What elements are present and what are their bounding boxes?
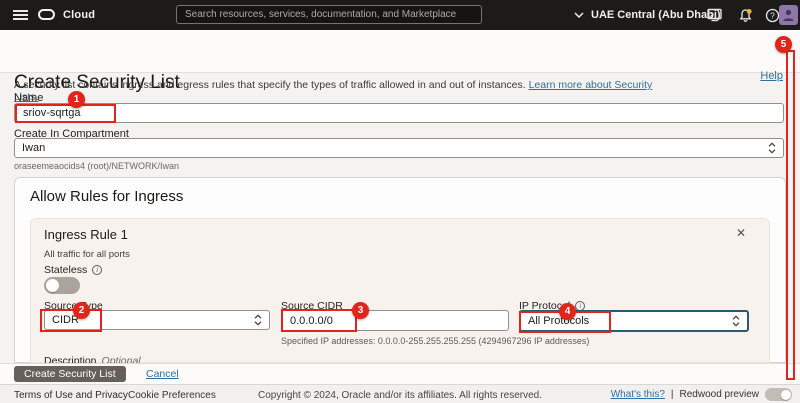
ingress-rule-title: Ingress Rule 1 (44, 227, 128, 242)
chevron-down-icon (574, 12, 584, 18)
compartment-value: Iwan (22, 142, 45, 154)
source-cidr-input[interactable] (281, 310, 509, 331)
name-input[interactable] (14, 103, 784, 123)
source-type-value: CIDR (52, 314, 79, 326)
cloud-shell-icon[interactable] (705, 7, 723, 23)
compartment-select[interactable]: Iwan (14, 138, 784, 158)
cidr-help-text: Specified IP addresses: 0.0.0.0-255.255.… (281, 336, 589, 346)
page-header: Create Security List Help (0, 30, 800, 73)
annotation-box-scrollbar (786, 50, 795, 380)
intro-description: A security list contains ingress and egr… (14, 79, 529, 91)
compartment-path: oraseemeaocids4 (root)/NETWORK/Iwan (14, 161, 179, 171)
redwood-preview-label: Redwood preview (680, 389, 760, 400)
user-profile-icon[interactable] (779, 5, 798, 25)
stateless-toggle[interactable] (44, 277, 80, 294)
oci-console-create-security-list: Cloud UAE Central (Abu Dhabi) ? Create S… (0, 0, 800, 403)
footer-right: What's this? | Redwood preview (611, 388, 792, 401)
select-arrows-icon (768, 142, 776, 154)
select-arrows-icon (254, 314, 262, 326)
top-navigation-bar: Cloud UAE Central (Abu Dhabi) ? (0, 0, 800, 30)
stateless-row: Stateless i (44, 264, 102, 276)
stateless-label: Stateless (44, 264, 87, 276)
footer-separator: | (671, 389, 674, 400)
source-type-select[interactable]: CIDR (44, 310, 270, 330)
select-arrows-icon (732, 315, 740, 327)
info-icon[interactable]: i (92, 265, 102, 275)
create-security-list-button[interactable]: Create Security List (14, 366, 126, 382)
brand-label[interactable]: Cloud (63, 9, 95, 21)
close-icon[interactable]: ✕ (736, 226, 746, 240)
ip-protocol-select[interactable]: All Protocols (519, 310, 749, 332)
page-footer: Terms of Use and Privacy Cookie Preferen… (0, 384, 800, 403)
cancel-link[interactable]: Cancel (146, 368, 179, 380)
help-link[interactable]: Help (760, 70, 783, 82)
hamburger-menu-icon[interactable] (13, 10, 28, 20)
svg-text:?: ? (770, 10, 775, 20)
region-label: UAE Central (Abu Dhabi) (591, 9, 721, 21)
redwood-preview-toggle[interactable] (765, 388, 792, 401)
whats-this-link[interactable]: What's this? (611, 389, 665, 400)
ip-protocol-value: All Protocols (528, 315, 589, 327)
search-input[interactable] (176, 5, 482, 24)
oracle-logo-icon[interactable] (38, 9, 55, 20)
intro-text: A security list contains ingress and egr… (14, 79, 654, 103)
announcements-bell-icon[interactable] (736, 7, 754, 23)
ingress-section-title: Allow Rules for Ingress (30, 188, 183, 205)
ingress-rule-subtitle: All traffic for all ports (44, 249, 130, 260)
region-selector[interactable]: UAE Central (Abu Dhabi) (574, 0, 721, 30)
